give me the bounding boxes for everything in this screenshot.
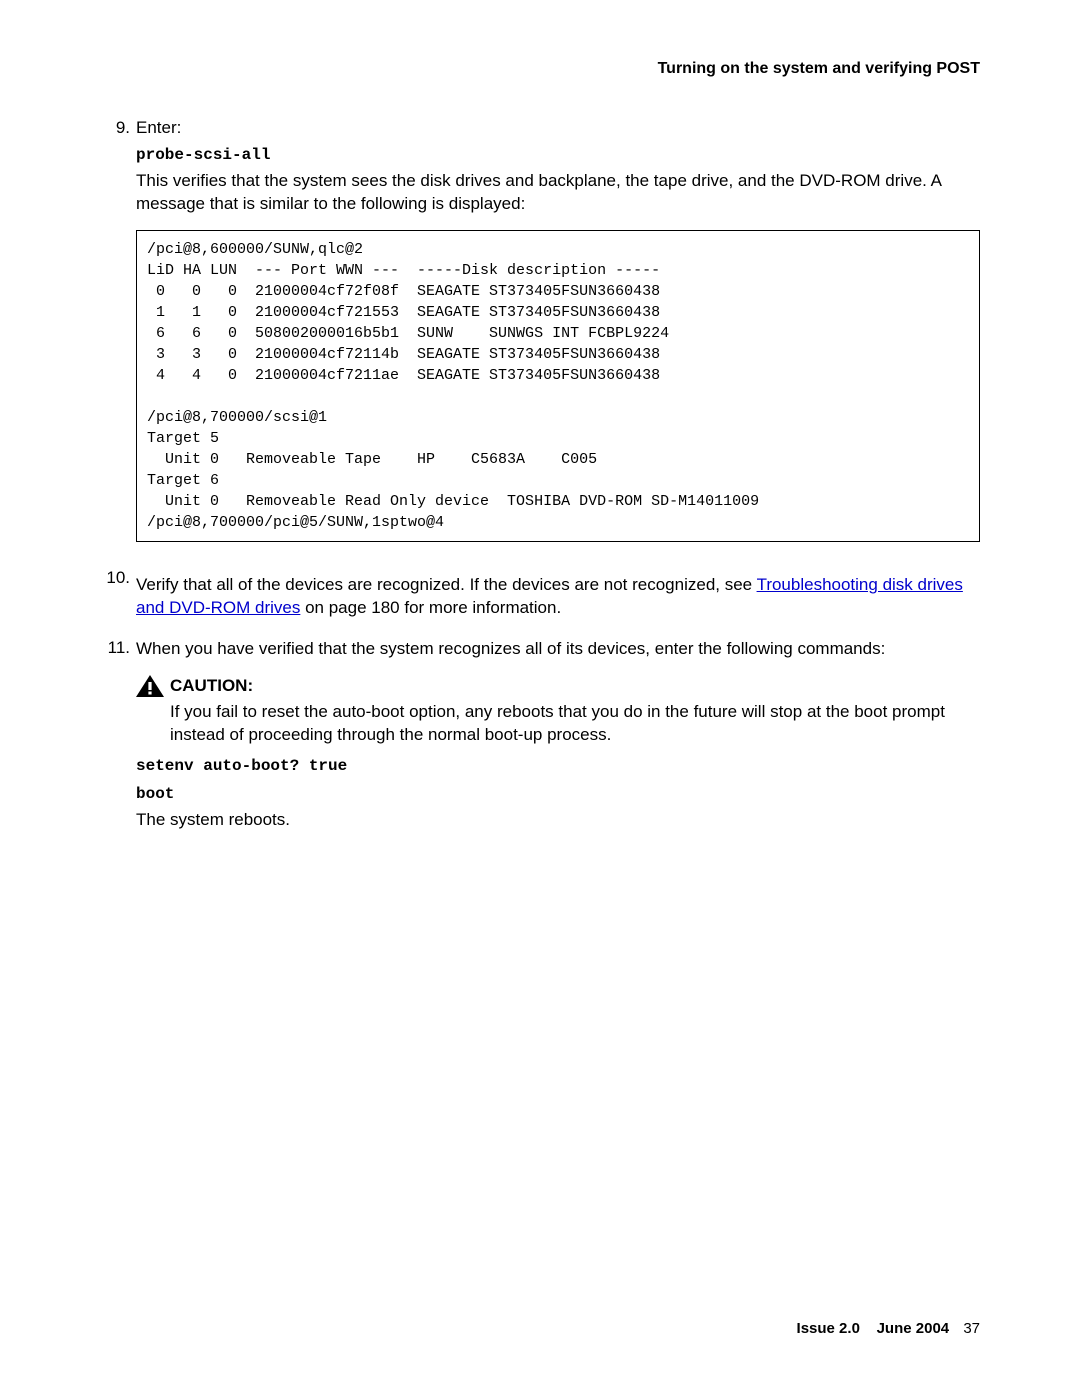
step-body: Enter: probe-scsi-all This verifies that… [136, 118, 980, 560]
step-11: 11. When you have verified that the syst… [100, 638, 980, 842]
step-10: 10. Verify that all of the devices are r… [100, 568, 980, 630]
footer-date: June 2004 [877, 1320, 950, 1337]
step-number: 11. [100, 638, 130, 658]
step-number: 9. [100, 118, 130, 138]
step-body: Verify that all of the devices are recog… [136, 574, 980, 620]
command-text: setenv auto-boot? true [136, 757, 980, 775]
command-text: boot [136, 785, 980, 803]
page-header: Turning on the system and verifying POST [100, 60, 980, 78]
caution-heading: CAUTION: [136, 675, 980, 697]
page-number: 37 [963, 1320, 980, 1337]
step-result: The system reboots. [136, 809, 980, 832]
warning-icon [136, 675, 164, 697]
footer-issue: Issue 2.0 [797, 1320, 860, 1337]
step-intro: When you have verified that the system r… [136, 638, 980, 661]
step-9: 9. Enter: probe-scsi-all This verifies t… [100, 118, 980, 560]
step-body: When you have verified that the system r… [136, 638, 980, 842]
caution-text: If you fail to reset the auto-boot optio… [170, 701, 980, 747]
text-before-link: Verify that all of the devices are recog… [136, 575, 757, 594]
page-footer: Issue 2.0 June 2004 37 [797, 1320, 980, 1337]
caution-label: CAUTION: [170, 676, 253, 696]
code-block: /pci@8,600000/SUNW,qlc@2 LiD HA LUN --- … [136, 230, 980, 542]
document-page: Turning on the system and verifying POST… [0, 0, 1080, 1397]
step-explain: This verifies that the system sees the d… [136, 170, 980, 216]
step-number: 10. [100, 568, 130, 588]
text-after-link: on page 180 for more information. [300, 598, 561, 617]
step-intro: Enter: [136, 118, 980, 138]
command-text: probe-scsi-all [136, 146, 980, 164]
